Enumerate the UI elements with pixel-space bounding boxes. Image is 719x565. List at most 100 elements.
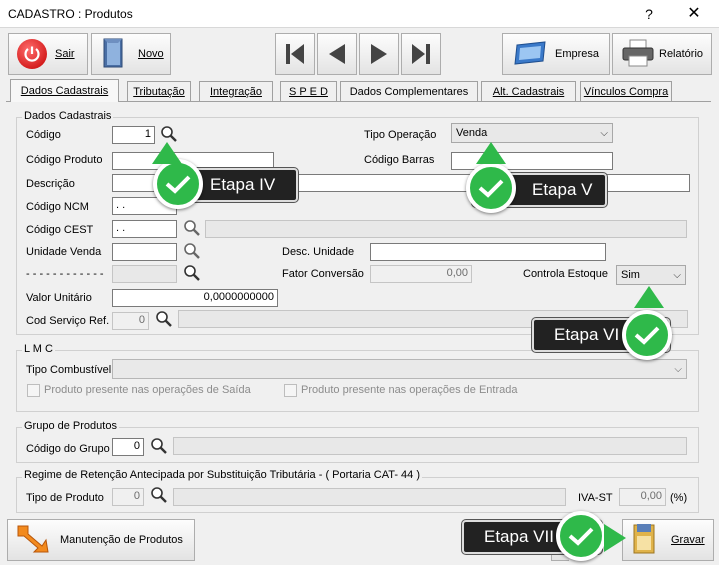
pointer-arrow-icon (476, 142, 506, 164)
tipo-produto-input[interactable]: 0 (112, 488, 144, 506)
desc-unidade-input[interactable] (370, 243, 606, 261)
novo-label: Novo (138, 48, 164, 60)
tipo-operacao-select[interactable]: Venda ⌵ (451, 123, 613, 143)
cest-input[interactable]: . . (112, 220, 177, 238)
descricao-label: Descrição (26, 178, 75, 190)
fator-conversao-input[interactable]: 0,00 (370, 265, 472, 283)
grupo-produtos-title: Grupo de Produtos (22, 420, 119, 432)
tab-vinculos-compra[interactable]: Vínculos Compra (580, 81, 672, 101)
controla-estoque-label: Controla Estoque (523, 268, 608, 280)
tipo-combustivel-select[interactable]: ⌵ (112, 359, 687, 379)
controla-estoque-select[interactable]: Sim ⌵ (616, 265, 686, 285)
codigo-label: Código (26, 129, 61, 141)
chevron-down-icon: ⌵ (673, 269, 681, 281)
fator-conversao-label: Fator Conversão (282, 268, 364, 280)
pointer-arrow-icon (152, 142, 182, 164)
chevron-down-icon: ⌵ (674, 363, 682, 375)
last-record-button[interactable] (401, 33, 441, 75)
cest-label: Código CEST (26, 224, 94, 236)
relatorio-label: Relatório (659, 48, 704, 60)
pointer-arrow-icon (604, 524, 626, 552)
codigo-grupo-label: Código do Grupo (26, 443, 110, 455)
first-record-button[interactable] (275, 33, 315, 75)
sair-label: Sair (55, 48, 75, 60)
printer-icon (621, 39, 655, 70)
checkmark-icon (622, 310, 672, 360)
tipo-combustivel-label: Tipo Combustível (26, 364, 112, 376)
entrada-checkbox[interactable] (284, 384, 297, 397)
first-icon (286, 44, 304, 64)
dashes-label: - - - - - - - - - - - - (26, 268, 104, 280)
codigo-grupo-input[interactable]: 0 (112, 438, 144, 456)
codigo-input[interactable]: 1 (112, 126, 155, 144)
close-button[interactable]: ✕ (671, 0, 717, 28)
tipo-operacao-label: Tipo Operação (364, 129, 437, 141)
window-title: CADASTRO : Produtos (8, 7, 133, 21)
valor-unitario-input[interactable]: 0,0000000000 (112, 289, 278, 307)
entrada-label: Produto presente nas operações de Entrad… (301, 384, 518, 396)
pointer-arrow-icon (634, 286, 664, 308)
empresa-label: Empresa (555, 48, 600, 60)
manutencao-produtos-button[interactable]: Manutenção de Produtos (7, 519, 195, 561)
chevron-down-icon: ⌵ (600, 127, 608, 139)
dados-cadastrais-title: Dados Cadastrais (22, 110, 114, 122)
gravar-button[interactable]: Gravar (622, 519, 714, 561)
lmc-title: L M C (22, 343, 55, 355)
iva-st-label: IVA-ST (578, 492, 613, 504)
servico-ref-label: Cod Serviço Ref. (26, 315, 110, 327)
tab-dados-cadastrais[interactable]: Dados Cadastrais (10, 79, 119, 102)
unidade-venda-input[interactable] (112, 243, 177, 261)
saida-checkbox[interactable] (27, 384, 40, 397)
previous-record-button[interactable] (317, 33, 357, 75)
servico-ref-input[interactable]: 0 (112, 312, 149, 330)
manutencao-label: Manutenção de Produtos (60, 534, 183, 546)
sair-button[interactable]: Sair (8, 33, 88, 75)
grupo-search-icon[interactable] (150, 437, 168, 455)
iva-st-input[interactable]: 0,00 (619, 488, 666, 506)
next-record-button[interactable] (359, 33, 399, 75)
servico-search-icon[interactable] (155, 310, 173, 328)
unidade-venda-label: Unidade Venda (26, 246, 102, 258)
valor-unitario-label: Valor Unitário (26, 292, 92, 304)
unidade-search-icon[interactable] (183, 242, 201, 260)
checkmark-icon (466, 163, 516, 213)
previous-icon (329, 44, 345, 64)
checkmark-icon (556, 511, 606, 561)
grupo-description-field (173, 437, 687, 455)
help-button[interactable]: ? (626, 0, 672, 28)
tab-sped[interactable]: S P E D (280, 81, 337, 101)
tab-dados-complementares[interactable]: Dados Complementares (340, 81, 478, 101)
relatorio-button[interactable]: Relatório (612, 33, 712, 75)
tab-integracao[interactable]: Integração (199, 81, 273, 101)
tipo-produto-label: Tipo de Produto (26, 492, 104, 504)
codigo-search-icon[interactable] (160, 125, 178, 143)
codigo-barras-label: Código Barras (364, 154, 435, 166)
tipo-produto-search-icon[interactable] (150, 486, 168, 504)
tipo-operacao-value: Venda (456, 127, 488, 139)
unidade-alt-input[interactable] (112, 265, 177, 283)
gravar-label: Gravar (671, 534, 705, 546)
last-icon (412, 44, 430, 64)
next-icon (371, 44, 387, 64)
checkmark-icon (153, 159, 203, 209)
empresa-button[interactable]: Empresa (502, 33, 610, 75)
desc-unidade-label: Desc. Unidade (282, 246, 355, 258)
saida-label: Produto presente nas operações de Saída (44, 384, 251, 396)
ncm-label: Código NCM (26, 201, 89, 213)
unidade-alt-search-icon[interactable] (183, 264, 201, 282)
arrow-tools-icon (16, 524, 52, 557)
company-card-icon (513, 40, 547, 68)
save-file-icon (631, 522, 657, 559)
controla-estoque-value: Sim (621, 269, 640, 281)
title-bar: CADASTRO : Produtos ? ✕ (0, 0, 719, 28)
codigo-produto-label: Código Produto (26, 154, 103, 166)
regime-title: Regime de Retenção Antecipada por Substi… (22, 469, 422, 481)
tipo-produto-description-field (173, 488, 566, 506)
tab-alt-cadastrais[interactable]: Alt. Cadastrais (481, 81, 576, 101)
tab-tributacao[interactable]: Tributação (127, 81, 191, 101)
power-icon (17, 39, 47, 69)
iva-st-unit: (%) (670, 492, 688, 504)
novo-button[interactable]: Novo (91, 33, 171, 75)
cest-description-field (205, 220, 687, 238)
cest-search-icon[interactable] (183, 219, 201, 237)
